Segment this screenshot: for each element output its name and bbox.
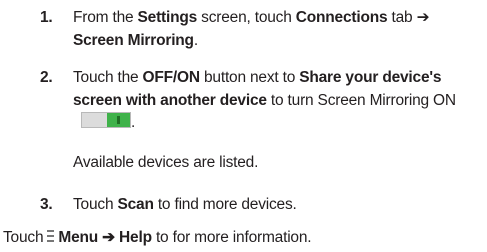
toggle-grip [117, 116, 120, 124]
step-text: Touch Scan to find more devices. [73, 194, 483, 217]
footer-note: Touch Menu ➔ Help to for more information… [3, 227, 312, 250]
toggle-thumb [107, 113, 130, 127]
step-text-part: to turn Screen Mirroring ON [266, 91, 456, 109]
step-text-part: . [193, 31, 198, 49]
document-page: 1. From the Settings screen, touch Conne… [0, 0, 487, 252]
step-number: 3. [40, 196, 53, 213]
step-text-part: Touch [73, 196, 118, 213]
menu-help-term: Menu ➔ Help [58, 229, 152, 246]
step-note: Available devices are listed. [73, 154, 259, 171]
menu-icon [47, 229, 55, 243]
step-text-part: to find more devices. [153, 196, 297, 213]
step-text-part: screen, touch [197, 9, 296, 26]
step-text-part: . [131, 114, 136, 131]
screen-mirroring-term: Screen Mirroring [73, 31, 194, 49]
settings-term: Settings [137, 9, 198, 26]
off-on-term: OFF/ON [142, 69, 201, 86]
step-text-part: tab ➔ [387, 9, 430, 26]
step-text-part: button next to [199, 69, 300, 86]
step-number: 2. [40, 69, 53, 86]
footer-text-part: to for more information. [151, 229, 312, 246]
footer-text-part: Touch [3, 229, 44, 246]
scan-term: Scan [117, 196, 154, 213]
step-number: 1. [40, 9, 53, 26]
step-text: Touch the OFF/ON button next to Share yo… [73, 67, 483, 135]
step-text-part: Touch the [73, 69, 143, 86]
on-off-toggle-icon [81, 112, 131, 128]
step-text: From the Settings screen, touch Connecti… [73, 7, 483, 52]
connections-term: Connections [295, 9, 388, 26]
step-text-part: From the [73, 9, 138, 26]
